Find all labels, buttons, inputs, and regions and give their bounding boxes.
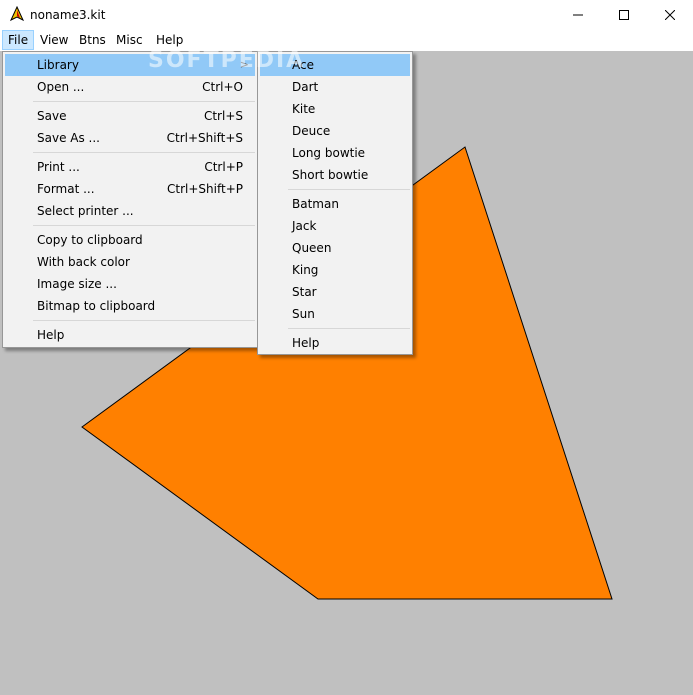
library-item-short-bowtie[interactable]: Short bowtie <box>260 164 410 186</box>
library-item-help[interactable]: Help <box>260 332 410 354</box>
app-kite-icon <box>9 6 25 22</box>
file-menu-item-help[interactable]: Help <box>5 324 255 346</box>
library-item-batman[interactable]: Batman <box>260 193 410 215</box>
file-menu-item-copy-to-clipboard[interactable]: Copy to clipboard <box>5 229 255 251</box>
file-menu-item-save-as[interactable]: Save As ... Ctrl+Shift+S <box>5 127 255 149</box>
file-menu-item-save[interactable]: Save Ctrl+S <box>5 105 255 127</box>
file-menu-item-with-back-color[interactable]: With back color <box>5 251 255 273</box>
library-item-long-bowtie[interactable]: Long bowtie <box>260 142 410 164</box>
menu-view[interactable]: View <box>35 30 73 50</box>
menu-separator <box>33 320 255 321</box>
library-item-king[interactable]: King <box>260 259 410 281</box>
library-item-queen[interactable]: Queen <box>260 237 410 259</box>
menu-help[interactable]: Help <box>151 30 188 50</box>
file-menu-item-print[interactable]: Print ... Ctrl+P <box>5 156 255 178</box>
close-icon <box>665 10 675 20</box>
menu-separator <box>288 189 410 190</box>
window-title: noname3.kit <box>30 8 106 22</box>
menu-misc[interactable]: Misc <box>111 30 148 50</box>
library-item-jack[interactable]: Jack <box>260 215 410 237</box>
maximize-button[interactable] <box>601 0 647 30</box>
menu-separator <box>33 152 255 153</box>
menu-separator <box>33 225 255 226</box>
file-menu-item-format[interactable]: Format ... Ctrl+Shift+P <box>5 178 255 200</box>
library-item-kite[interactable]: Kite <box>260 98 410 120</box>
file-menu-item-image-size[interactable]: Image size ... <box>5 273 255 295</box>
minimize-button[interactable] <box>555 0 601 30</box>
title-bar: noname3.kit <box>0 0 693 30</box>
file-menu-item-bitmap-to-clipboard[interactable]: Bitmap to clipboard <box>5 295 255 317</box>
menu-separator <box>33 101 255 102</box>
file-menu: Library > Open ... Ctrl+O Save Ctrl+S Sa… <box>2 51 258 348</box>
library-item-dart[interactable]: Dart <box>260 76 410 98</box>
menu-separator <box>288 328 410 329</box>
library-item-sun[interactable]: Sun <box>260 303 410 325</box>
library-item-deuce[interactable]: Deuce <box>260 120 410 142</box>
library-item-star[interactable]: Star <box>260 281 410 303</box>
menu-file[interactable]: File <box>2 30 35 50</box>
close-button[interactable] <box>647 0 693 30</box>
library-submenu: Ace Dart Kite Deuce Long bowtie Short bo… <box>257 51 413 355</box>
menu-bar: File View Btns Misc Help <box>0 30 693 51</box>
minimize-icon <box>573 14 583 16</box>
file-menu-item-open[interactable]: Open ... Ctrl+O <box>5 76 255 98</box>
file-menu-item-select-printer[interactable]: Select printer ... <box>5 200 255 222</box>
watermark: SOFTPEDIA <box>148 48 306 73</box>
maximize-icon <box>619 10 629 20</box>
menu-btns[interactable]: Btns <box>74 30 111 50</box>
